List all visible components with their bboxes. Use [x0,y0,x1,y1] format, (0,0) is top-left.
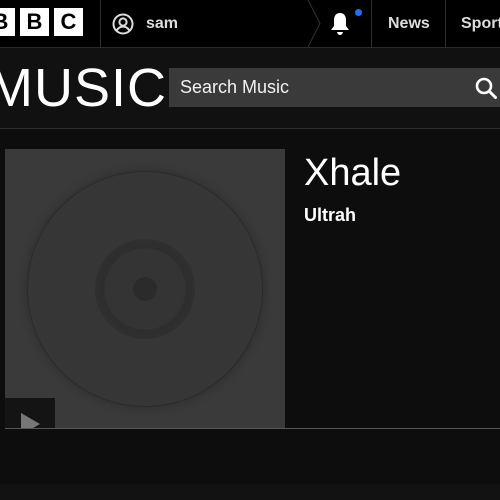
nav-divider [100,0,101,47]
bell-icon [331,13,349,35]
logo-letter-b2: B [20,8,49,36]
nav-link-news[interactable]: News [388,0,430,47]
main-content: Xhale Ultrah [0,129,500,500]
nav-divider [371,0,372,47]
search-input[interactable]: Search Music [169,68,500,107]
record-spindle-hole [133,277,157,301]
logo-letter-b1: B [0,8,15,36]
page: B B C sam News Sport MUSIC Search Music … [0,0,500,500]
logo-letter-c: C [54,8,83,36]
global-navigation-bar: B B C sam News Sport [0,0,500,48]
search-placeholder: Search Music [180,77,290,97]
music-header: MUSIC Search Music [0,48,500,129]
bbc-logo[interactable]: B B C [0,8,83,36]
track-card: Xhale Ultrah [5,129,500,429]
nav-divider [445,0,446,47]
search-icon[interactable] [475,77,497,99]
vinyl-record-icon [27,171,263,407]
track-artwork [5,149,285,429]
notification-badge-dot [355,9,362,16]
chevron-divider-icon [307,0,321,47]
account-name: sam [146,14,179,32]
track-title[interactable]: Xhale [304,149,401,197]
content-divider [5,428,500,429]
play-icon [21,413,40,429]
notifications-button[interactable] [307,0,372,47]
user-circle-icon [112,13,134,34]
play-button[interactable] [5,398,55,429]
music-wordmark[interactable]: MUSIC [0,58,167,118]
track-artist[interactable]: Ultrah [304,205,356,226]
footer-strip [0,484,500,500]
account-link[interactable]: sam [112,0,178,47]
nav-link-sport[interactable]: Sport [461,0,500,47]
